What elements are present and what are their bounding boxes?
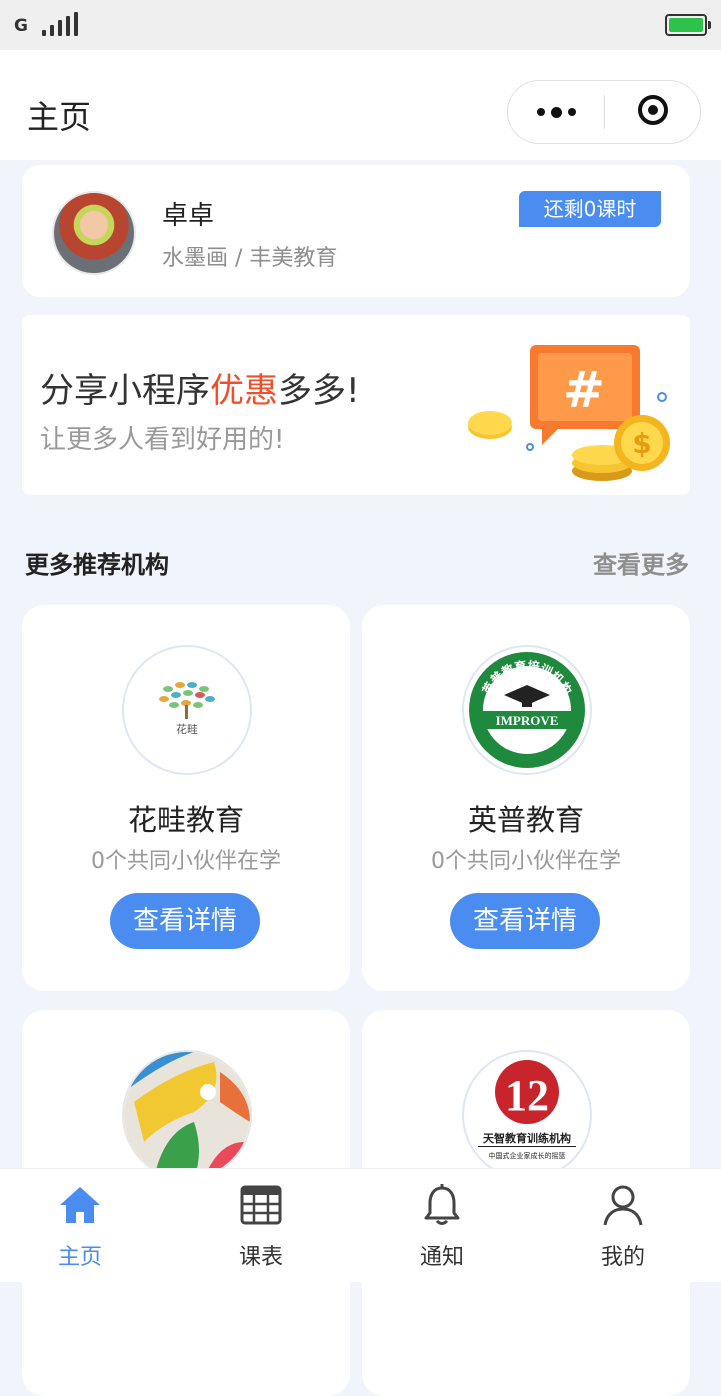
network-type: G: [14, 16, 28, 36]
org-logo-sub: 中国式企业家成长的摇篮: [489, 1151, 566, 1160]
tab-label: 课表: [238, 1245, 283, 1270]
battery-icon: [665, 14, 711, 36]
org-logo-text: 花畦: [176, 723, 198, 736]
view-more-link[interactable]: 查看更多: [593, 545, 689, 580]
org-logo-text: 天智教育训练机构: [483, 1131, 571, 1145]
dot-icon: [567, 108, 576, 116]
tab-notifications[interactable]: 通知: [362, 1169, 522, 1282]
org-name: 花畦教育: [127, 803, 244, 837]
view-details-button[interactable]: 查看详情: [110, 893, 260, 949]
signal-icon: [42, 12, 82, 36]
org-logo: 花畦: [122, 645, 252, 775]
tab-label: 主页: [57, 1245, 102, 1270]
org-card[interactable]: 英普教育培训机构 IMPROVE 英普教育 0个共同小伙伴在学 查看详情: [362, 605, 690, 991]
remaining-lessons-badge: 还剩0课时: [519, 191, 661, 227]
view-details-button[interactable]: 查看详情: [450, 893, 600, 949]
nav-bar: 主页: [0, 50, 721, 160]
capsule-divider: [604, 95, 605, 129]
svg-text:$: $: [632, 427, 651, 460]
dot-icon: [550, 106, 562, 118]
calendar-grid-icon: [240, 1185, 282, 1225]
tab-profile[interactable]: 我的: [543, 1169, 703, 1282]
avatar: [52, 191, 136, 275]
tab-label: 我的: [600, 1245, 645, 1270]
org-logo: [122, 1050, 252, 1180]
section-title: 更多推荐机构: [25, 551, 169, 579]
banner-title: 分享小程序优惠多多!: [40, 363, 360, 412]
bottom-tab-bar: 主页 课表 通知 我的: [0, 1168, 721, 1282]
svg-text:12: 12: [505, 1071, 549, 1120]
status-bar: G: [0, 0, 721, 50]
course-and-school: 水墨画 / 丰美教育: [162, 246, 338, 271]
tab-home[interactable]: 主页: [0, 1169, 160, 1282]
banner-title-prefix: 分享小程序: [40, 371, 210, 411]
mini-program-capsule: [507, 80, 701, 144]
svg-text:#: #: [563, 361, 605, 419]
bell-icon: [424, 1184, 460, 1225]
coins-hashtag-illustration: # $: [468, 345, 670, 481]
close-target-icon[interactable]: [638, 95, 668, 125]
org-logo-band: IMPROVE: [496, 713, 559, 728]
share-banner[interactable]: 分享小程序优惠多多! 让更多人看到好用的! # $: [22, 315, 690, 495]
org-logo: 英普教育培训机构 IMPROVE: [462, 645, 592, 775]
page-title: 主页: [27, 98, 92, 136]
student-profile-card[interactable]: 卓卓 水墨画 / 丰美教育 还剩0课时: [22, 165, 690, 297]
home-icon: [60, 1187, 100, 1223]
org-learner-count: 0个共同小伙伴在学: [431, 849, 621, 874]
more-menu-button[interactable]: [508, 81, 604, 143]
tab-schedule[interactable]: 课表: [181, 1169, 341, 1282]
org-learner-count: 0个共同小伙伴在学: [91, 849, 281, 874]
tab-label: 通知: [419, 1245, 464, 1270]
student-name: 卓卓: [162, 201, 215, 231]
banner-title-highlight: 优惠: [210, 371, 278, 411]
dot-icon: [536, 108, 545, 116]
org-card[interactable]: 花畦 花畦教育 0个共同小伙伴在学 查看详情: [22, 605, 350, 991]
banner-title-suffix: 多多!: [278, 371, 360, 411]
banner-subtitle: 让更多人看到好用的!: [40, 425, 285, 455]
org-logo: 12 天智教育训练机构 中国式企业家成长的摇篮: [462, 1050, 592, 1180]
org-name: 英普教育: [467, 803, 584, 837]
user-icon: [603, 1185, 643, 1226]
